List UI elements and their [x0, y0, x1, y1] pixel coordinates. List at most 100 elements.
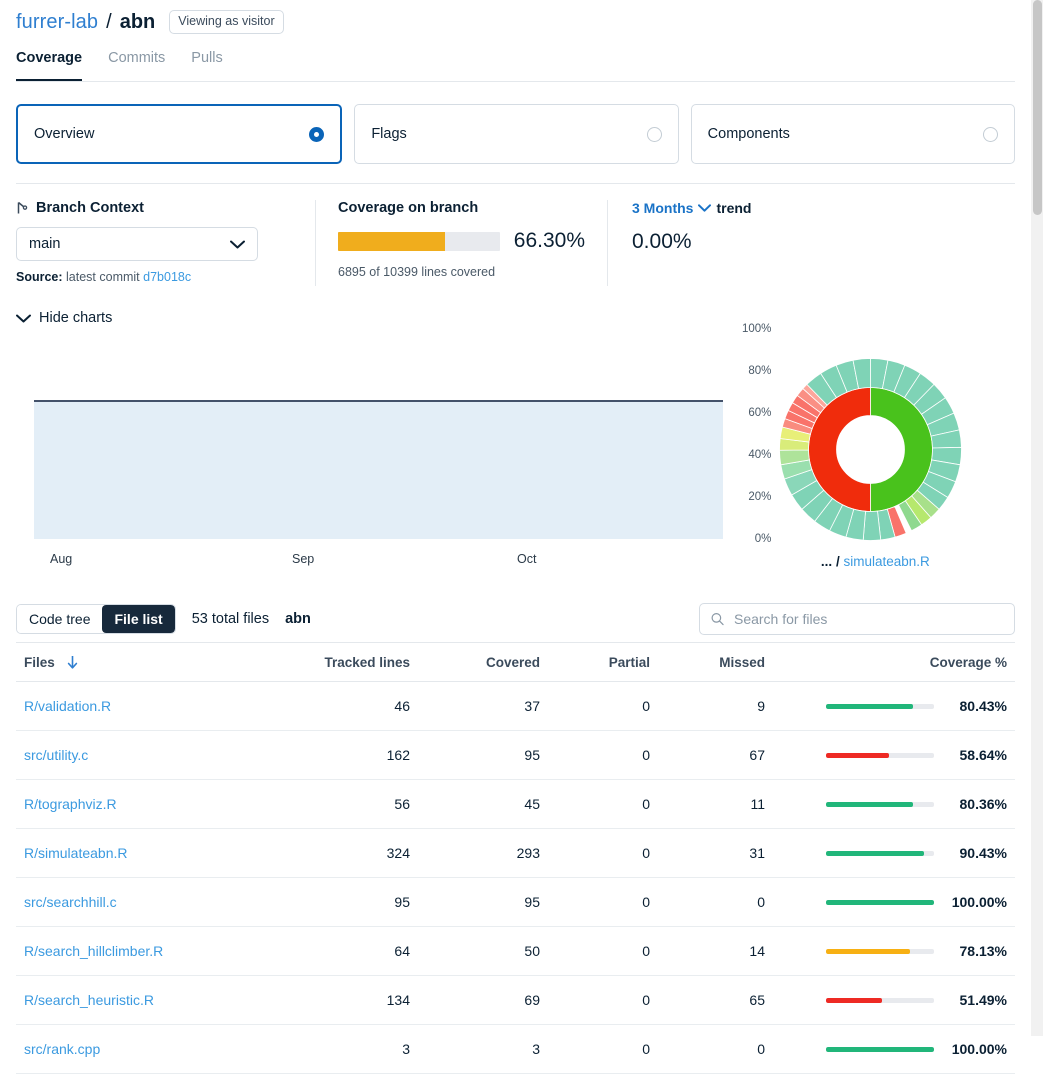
file-link[interactable]: R/validation.R	[24, 698, 111, 714]
chart-y-tick: 60%	[748, 407, 772, 420]
table-row[interactable]: src/utility.c 162 95 0 67 58.64%	[16, 730, 1015, 780]
view-card-overview[interactable]: Overview	[16, 104, 343, 164]
table-row[interactable]: R/search_heuristic.R 134 69 0 65 51.49%	[16, 975, 1015, 1025]
sunburst-svg[interactable]	[779, 358, 963, 541]
cell-tracked-lines: 64	[230, 926, 410, 976]
table-row[interactable]: R/search_hillclimber.R 64 50 0 14 78.13%	[16, 926, 1015, 976]
tab-coverage[interactable]: Coverage	[16, 50, 83, 82]
sunburst-label: ... / simulateabn.R	[775, 554, 975, 569]
cell-tracked-lines: 324	[230, 828, 410, 878]
chart-y-tick: 0%	[754, 533, 772, 545]
code-tree-button[interactable]: Code tree	[17, 605, 103, 633]
search-files-input[interactable]	[731, 610, 1003, 628]
cell-partial: 0	[540, 926, 650, 976]
table-row[interactable]: src/searchhill.c 95 95 0 0 100.00%	[16, 877, 1015, 927]
cell-coverage: 90.43%	[765, 828, 1015, 878]
coverage-mini-bar	[826, 752, 934, 758]
cell-tracked-lines: 95	[230, 877, 410, 927]
chart-area-fill	[34, 400, 724, 539]
cell-tracked-lines: 46	[230, 681, 410, 731]
coverage-percent-label: 80.36%	[959, 796, 1007, 812]
chevron-down-icon	[230, 240, 245, 248]
sunburst-outer-segment[interactable]	[863, 510, 882, 541]
branch-select[interactable]: main	[16, 227, 258, 261]
column-header-tracked-lines[interactable]: Tracked lines	[230, 642, 410, 682]
tab-pulls[interactable]: Pulls	[191, 50, 222, 82]
radio-unselected-icon[interactable]	[982, 126, 998, 142]
column-header-coverage-pct[interactable]: Coverage %	[765, 642, 1015, 682]
column-header-files[interactable]: Files	[16, 642, 230, 682]
cell-covered: 50	[410, 926, 540, 976]
file-list-controls: Code tree File list 53 total files abn	[16, 596, 1015, 642]
table-row[interactable]: R/validation.R 46 37 0 9 80.43%	[16, 681, 1015, 731]
hide-charts-toggle[interactable]: Hide charts	[16, 310, 1015, 326]
cell-coverage: 58.64%	[765, 730, 1015, 780]
trend-header: 3 Months trend	[632, 200, 751, 216]
branch-icon	[17, 201, 28, 213]
tab-commits[interactable]: Commits	[108, 50, 165, 82]
file-list-button[interactable]: File list	[102, 605, 175, 633]
coverage-percent-label: 78.13%	[959, 943, 1007, 959]
column-header-missed[interactable]: Missed	[650, 642, 765, 682]
file-link[interactable]: src/searchhill.c	[24, 894, 117, 910]
trend-range-label: 3 Months	[632, 200, 694, 216]
sunburst-file-link[interactable]: simulateabn.R	[843, 554, 929, 569]
file-link[interactable]: R/simulateabn.R	[24, 845, 128, 861]
repo-header: furrer-lab / abn Viewing as visitor	[16, 0, 1015, 36]
table-row[interactable]: R/tographviz.R 56 45 0 11 80.36%	[16, 779, 1015, 829]
column-header-files-label: Files	[24, 655, 55, 670]
coverage-mini-fill	[826, 997, 882, 1003]
file-link[interactable]: R/search_heuristic.R	[24, 992, 154, 1008]
branch-select-value: main	[29, 236, 61, 252]
coverage-mini-bar	[826, 801, 934, 807]
file-link[interactable]: R/search_hillclimber.R	[24, 943, 163, 959]
trend-section: 3 Months trend 0.00%	[608, 200, 773, 286]
cell-file: R/search_heuristic.R	[16, 975, 230, 1025]
column-header-partial[interactable]: Partial	[540, 642, 650, 682]
view-card-components[interactable]: Components	[690, 104, 1015, 164]
table-row[interactable]: src/rank.cpp 3 3 0 0 100.00%	[16, 1024, 1015, 1074]
view-card-flags[interactable]: Flags	[354, 104, 679, 164]
commit-sha-link[interactable]: d7b018c	[143, 270, 191, 284]
coverage-mini-bar	[826, 703, 934, 709]
coverage-mini-fill	[826, 948, 911, 954]
repo-name[interactable]: abn	[120, 11, 156, 34]
coverage-trend-chart[interactable]: 0% 20% 40% 60% 80% 100% Aug Sep Oct	[16, 323, 775, 588]
sunburst-chart[interactable]: ... / simulateabn.R	[775, 340, 1015, 588]
table-row[interactable]: R/simulateabn.R 324 293 0 31 90.43%	[16, 828, 1015, 878]
trend-range-select[interactable]: 3 Months	[632, 200, 712, 216]
cell-tracked-lines: 56	[230, 779, 410, 829]
cell-file: src/utility.c	[16, 730, 230, 780]
coverage-progress-fill	[338, 231, 446, 251]
branch-context-title: Branch Context	[16, 200, 293, 216]
radio-selected-icon[interactable]	[309, 126, 325, 142]
coverage-page: furrer-lab / abn Viewing as visitor Cove…	[0, 0, 1031, 1074]
coverage-bar-row: 66.30%	[338, 229, 585, 253]
divider	[16, 183, 1015, 184]
summary-row: Branch Context main Source: latest commi…	[16, 200, 1015, 286]
chart-x-tick: Aug	[50, 552, 73, 566]
charts-container: 0% 20% 40% 60% 80% 100% Aug Sep Oct ... / simul…	[16, 323, 1015, 590]
total-files-count: 53 total files	[191, 611, 270, 627]
sort-desc-arrow-icon	[67, 656, 77, 669]
cell-missed: 11	[650, 779, 765, 829]
coverage-percent-label: 80.43%	[959, 698, 1007, 714]
repo-owner-link[interactable]: furrer-lab	[16, 11, 98, 34]
coverage-mini-bar	[826, 899, 934, 905]
search-icon	[711, 613, 724, 626]
view-card-overview-label: Overview	[34, 126, 95, 142]
scrollbar-thumb[interactable]	[1033, 0, 1042, 215]
file-link[interactable]: R/tographviz.R	[24, 796, 117, 812]
chart-y-tick: 100%	[741, 323, 772, 336]
sunburst-path-prefix: ...	[820, 554, 833, 569]
chevron-down-icon	[16, 314, 31, 322]
search-files-box[interactable]	[699, 603, 1015, 635]
file-link[interactable]: src/utility.c	[24, 747, 88, 763]
sunburst-rings[interactable]	[779, 358, 963, 541]
column-header-covered[interactable]: Covered	[410, 642, 540, 682]
cell-missed: 65	[650, 975, 765, 1025]
cell-coverage: 80.43%	[765, 681, 1015, 731]
radio-unselected-icon[interactable]	[646, 126, 662, 142]
vertical-scrollbar[interactable]	[1031, 0, 1043, 1036]
file-link[interactable]: src/rank.cpp	[24, 1041, 100, 1057]
